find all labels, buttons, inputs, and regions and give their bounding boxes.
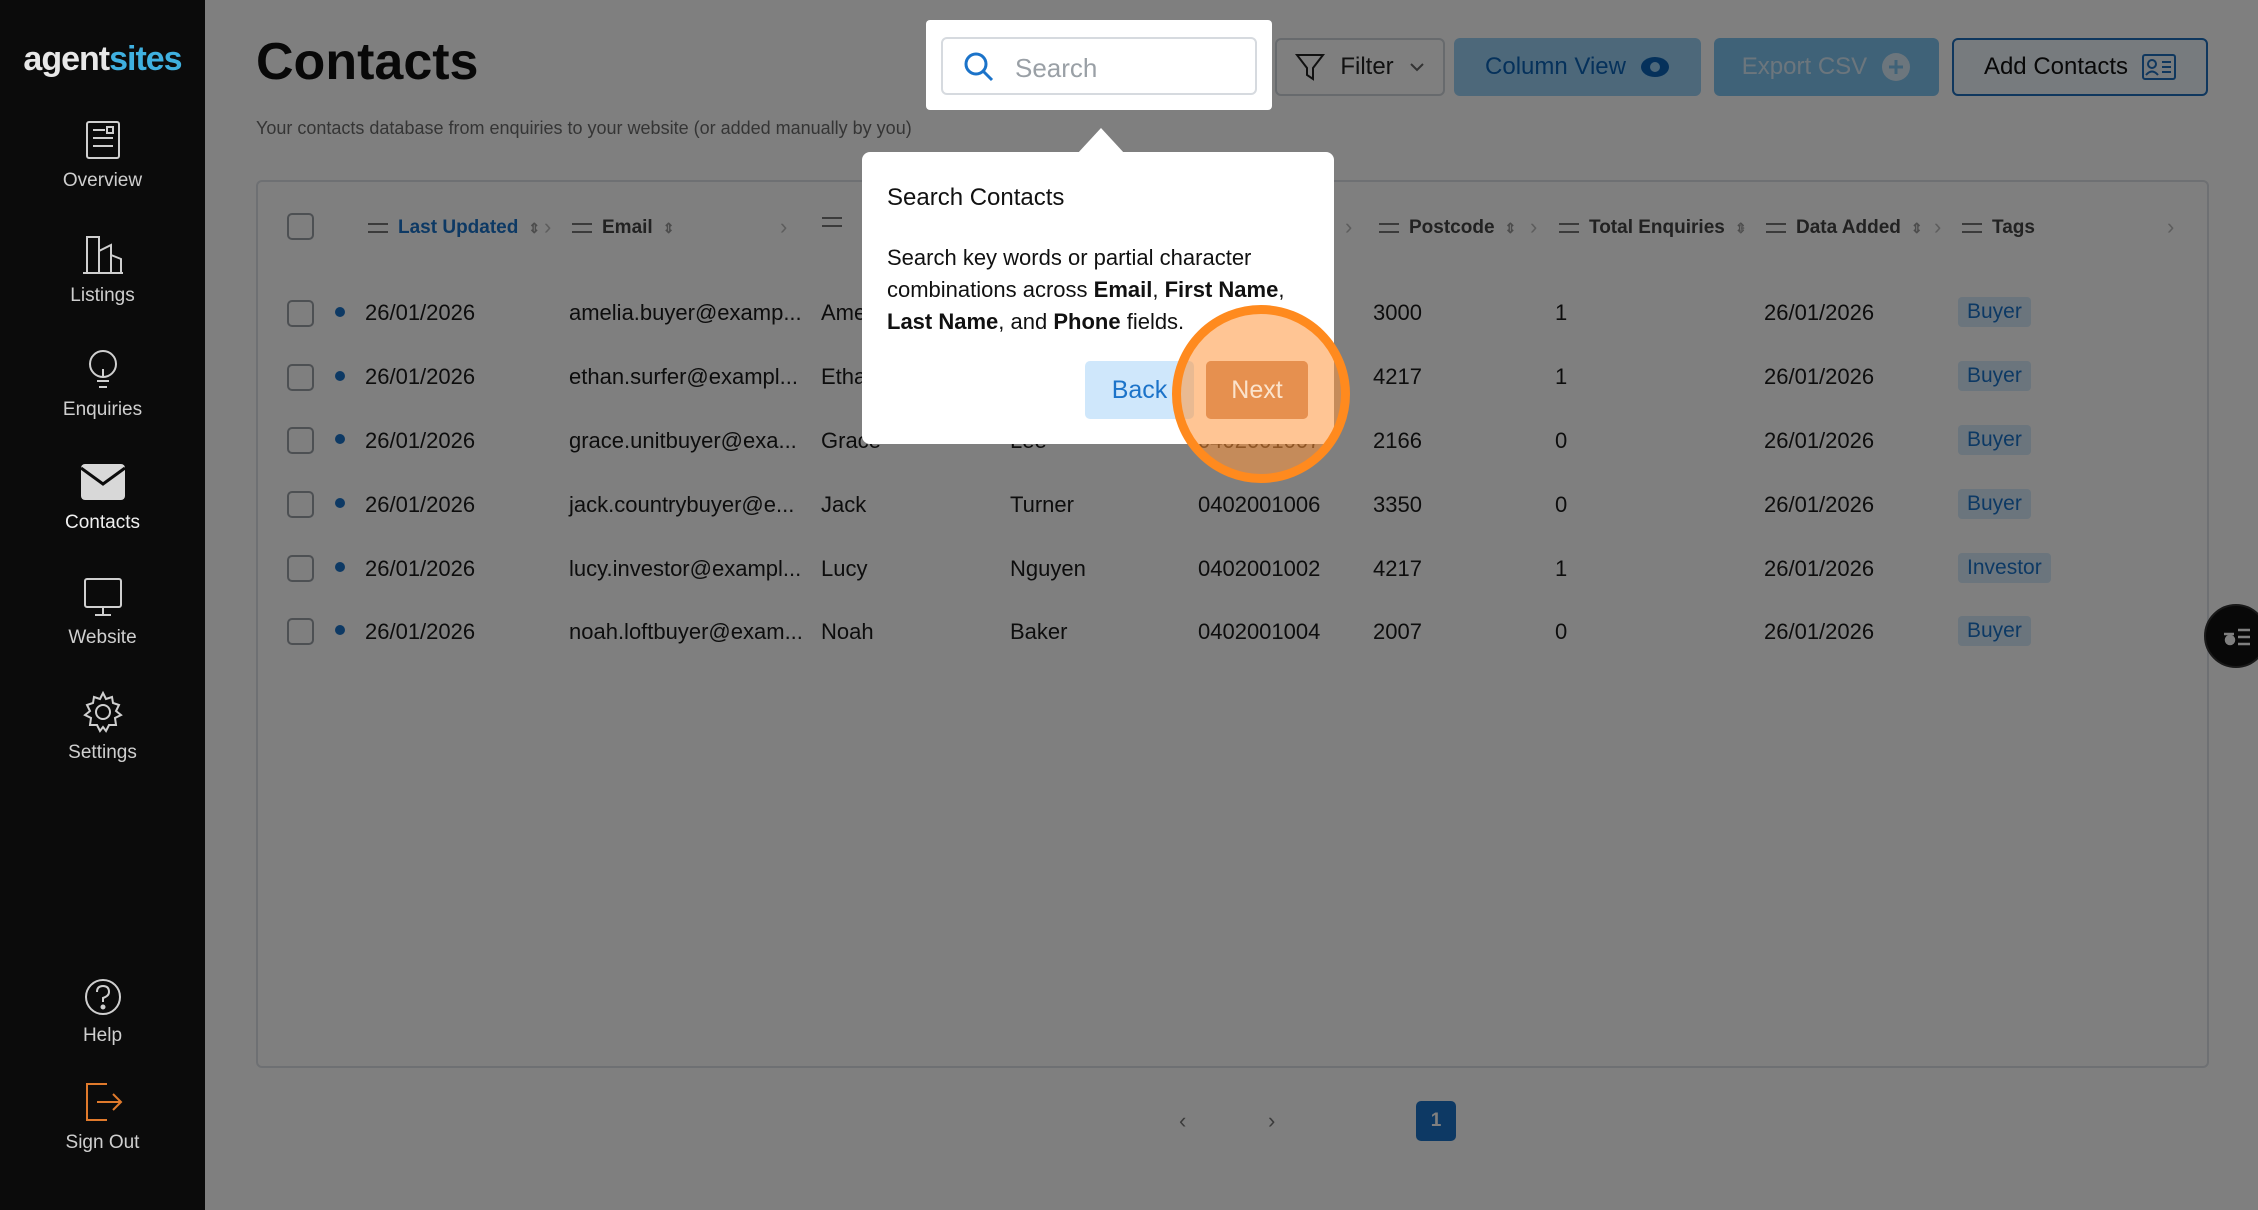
sidebar-item-label: Settings [68, 742, 137, 763]
sidebar-item-overview[interactable]: Overview [0, 118, 205, 192]
sidebar-item-contacts[interactable]: Contacts [0, 460, 205, 534]
tour-title: Search Contacts [887, 184, 1065, 211]
sidebar-item-label: Listings [70, 285, 135, 306]
search-highlight: Search [926, 20, 1272, 110]
help-icon [84, 979, 121, 1015]
sidebar-item-listings[interactable]: Listings [0, 233, 205, 307]
buildings-icon [82, 236, 123, 274]
sidebar-item-label: Enquiries [62, 399, 143, 420]
gear-icon [82, 690, 123, 733]
sidebar-item-label: Sign Out [65, 1132, 140, 1153]
sidebar-item-enquiries[interactable]: Enquiries [0, 347, 205, 421]
newspaper-icon [85, 121, 120, 159]
envelope-icon [80, 464, 125, 500]
sidebar: agentsites Overview Listings Enquiries C… [0, 0, 205, 1210]
lightbulb-icon [88, 350, 117, 388]
sidebar-item-website[interactable]: Website [0, 575, 205, 649]
sidebar-item-settings[interactable]: Settings [0, 690, 205, 764]
tour-next-button-highlight[interactable]: Next [1206, 361, 1308, 419]
monitor-icon [83, 578, 122, 616]
brand-logo[interactable]: agentsites [0, 40, 205, 79]
search-input[interactable]: Search [941, 37, 1257, 95]
sidebar-item-sign-out[interactable]: Sign Out [0, 1080, 205, 1154]
sidebar-item-help[interactable]: Help [0, 977, 205, 1047]
sidebar-item-label: Contacts [65, 512, 140, 533]
sidebar-item-label: Website [68, 627, 137, 648]
tour-popover-arrow [1077, 128, 1125, 154]
sidebar-item-label: Help [82, 1025, 123, 1046]
sidebar-item-label: Overview [62, 170, 143, 191]
sign-out-icon [85, 1083, 122, 1121]
search-icon [964, 52, 994, 82]
